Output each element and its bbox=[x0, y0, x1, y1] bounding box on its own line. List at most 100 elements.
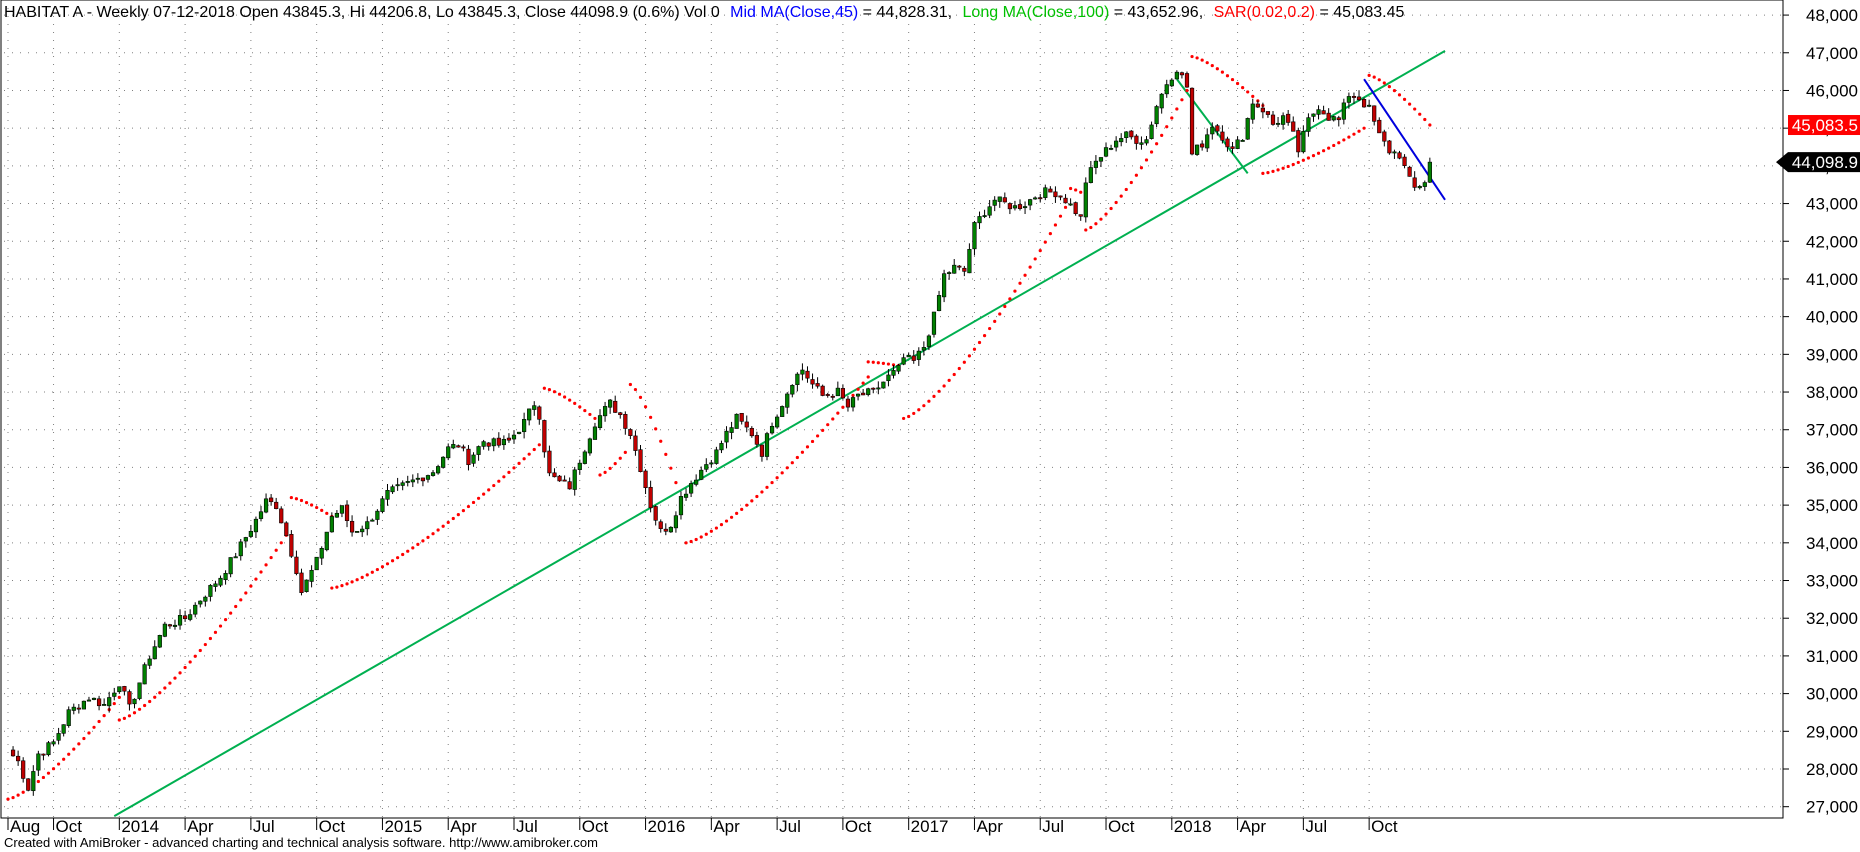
sar-dot bbox=[345, 582, 349, 586]
candle-body-up bbox=[866, 388, 871, 395]
candle bbox=[31, 765, 36, 796]
candle bbox=[982, 209, 987, 219]
sar-dot bbox=[588, 412, 592, 417]
candle bbox=[1321, 105, 1326, 115]
sar-dot bbox=[112, 701, 116, 706]
sar-dot bbox=[507, 470, 511, 474]
candle bbox=[127, 689, 132, 711]
sar-dot bbox=[421, 539, 425, 543]
candle-body-up bbox=[896, 365, 901, 372]
candle-body-up bbox=[800, 369, 805, 375]
sar-dot bbox=[1322, 149, 1326, 153]
candle-body-up bbox=[365, 521, 370, 530]
candle bbox=[56, 727, 61, 745]
candle bbox=[861, 388, 866, 396]
candle bbox=[223, 570, 228, 585]
sar-dot bbox=[659, 439, 663, 443]
sar-dot bbox=[153, 695, 157, 699]
sar-dot bbox=[1028, 265, 1032, 269]
sar-dot bbox=[1428, 123, 1432, 127]
candle-body-up bbox=[936, 295, 942, 312]
candle bbox=[360, 525, 365, 537]
candle-body-down bbox=[1291, 121, 1296, 132]
sar-dot bbox=[1225, 74, 1230, 78]
candle bbox=[451, 439, 456, 450]
candle-body-down bbox=[1129, 130, 1134, 138]
sar-dot bbox=[1058, 214, 1063, 218]
candle-body-up bbox=[1093, 160, 1098, 168]
sar-dot bbox=[922, 404, 926, 408]
sar-dot bbox=[1246, 90, 1250, 94]
candle-body-down bbox=[643, 470, 648, 488]
candle-body-up bbox=[193, 604, 198, 615]
sar-dot bbox=[866, 375, 870, 379]
candle bbox=[385, 484, 390, 506]
y-tick-label: 39,000 bbox=[1806, 345, 1858, 364]
sar-dot bbox=[699, 535, 703, 539]
candle-body-down bbox=[557, 475, 562, 482]
candle-body-up bbox=[1068, 203, 1073, 206]
candle-body-up bbox=[324, 531, 329, 551]
candle-body-up bbox=[481, 441, 486, 447]
sar-dot bbox=[178, 671, 182, 675]
sar-dot bbox=[97, 719, 101, 724]
sar-dot bbox=[907, 414, 911, 419]
candle-body-up bbox=[213, 583, 218, 587]
candle bbox=[466, 445, 471, 471]
sar-dot bbox=[431, 532, 435, 536]
candle-body-down bbox=[871, 387, 876, 390]
candle bbox=[825, 392, 830, 398]
candle-body-down bbox=[1220, 131, 1225, 141]
plot-frame bbox=[0, 0, 1784, 819]
candle-body-up bbox=[152, 646, 157, 660]
grid-lines bbox=[4, 0, 1783, 818]
sar-dot bbox=[117, 695, 121, 699]
sar-dot bbox=[547, 388, 552, 392]
sar-dot bbox=[1043, 240, 1047, 244]
candle bbox=[987, 199, 992, 219]
sar-dot bbox=[831, 417, 835, 421]
candle-body-up bbox=[1088, 167, 1093, 183]
sar-dot bbox=[497, 479, 501, 483]
candle bbox=[658, 519, 663, 533]
candle-body-down bbox=[1017, 204, 1023, 209]
sar-dot bbox=[821, 428, 825, 432]
sar-dot bbox=[962, 360, 966, 364]
sar-dot bbox=[972, 347, 977, 351]
sar-dot bbox=[244, 591, 248, 595]
candle-body-up bbox=[785, 393, 790, 408]
mid-ma-label: Mid MA(Close,45) bbox=[730, 4, 858, 21]
sar-dot bbox=[117, 718, 121, 722]
candle bbox=[855, 393, 861, 401]
candle-body-down bbox=[1200, 143, 1205, 148]
candle bbox=[324, 531, 329, 552]
candle-body-up bbox=[425, 475, 431, 480]
candle bbox=[678, 491, 684, 520]
candle-body-down bbox=[456, 445, 461, 448]
sar-dot bbox=[51, 767, 56, 771]
candle-body-up bbox=[107, 697, 112, 707]
sar-dot bbox=[1074, 188, 1078, 192]
candle-body-down bbox=[506, 437, 512, 441]
sar-dot bbox=[340, 584, 344, 588]
candle bbox=[967, 243, 972, 274]
candle bbox=[941, 269, 947, 303]
candle bbox=[486, 442, 491, 451]
sar-dot bbox=[649, 415, 653, 419]
sar-dot bbox=[1296, 160, 1300, 165]
sar-dot bbox=[1286, 164, 1290, 169]
candle bbox=[769, 422, 775, 435]
candle bbox=[643, 469, 648, 495]
candle bbox=[1114, 136, 1119, 152]
candle-body-up bbox=[46, 742, 51, 756]
sar-dot bbox=[775, 476, 779, 480]
sar-dot bbox=[790, 461, 794, 465]
sar-dot bbox=[998, 312, 1002, 316]
candle-body-up bbox=[233, 556, 238, 559]
candle-body-up bbox=[147, 658, 152, 666]
candle-body-up bbox=[258, 511, 264, 519]
candle-body-up bbox=[334, 512, 340, 518]
candle bbox=[764, 431, 770, 461]
long-ma-label: Long MA(Close,100) bbox=[963, 4, 1110, 21]
sar-dots bbox=[6, 54, 1432, 801]
